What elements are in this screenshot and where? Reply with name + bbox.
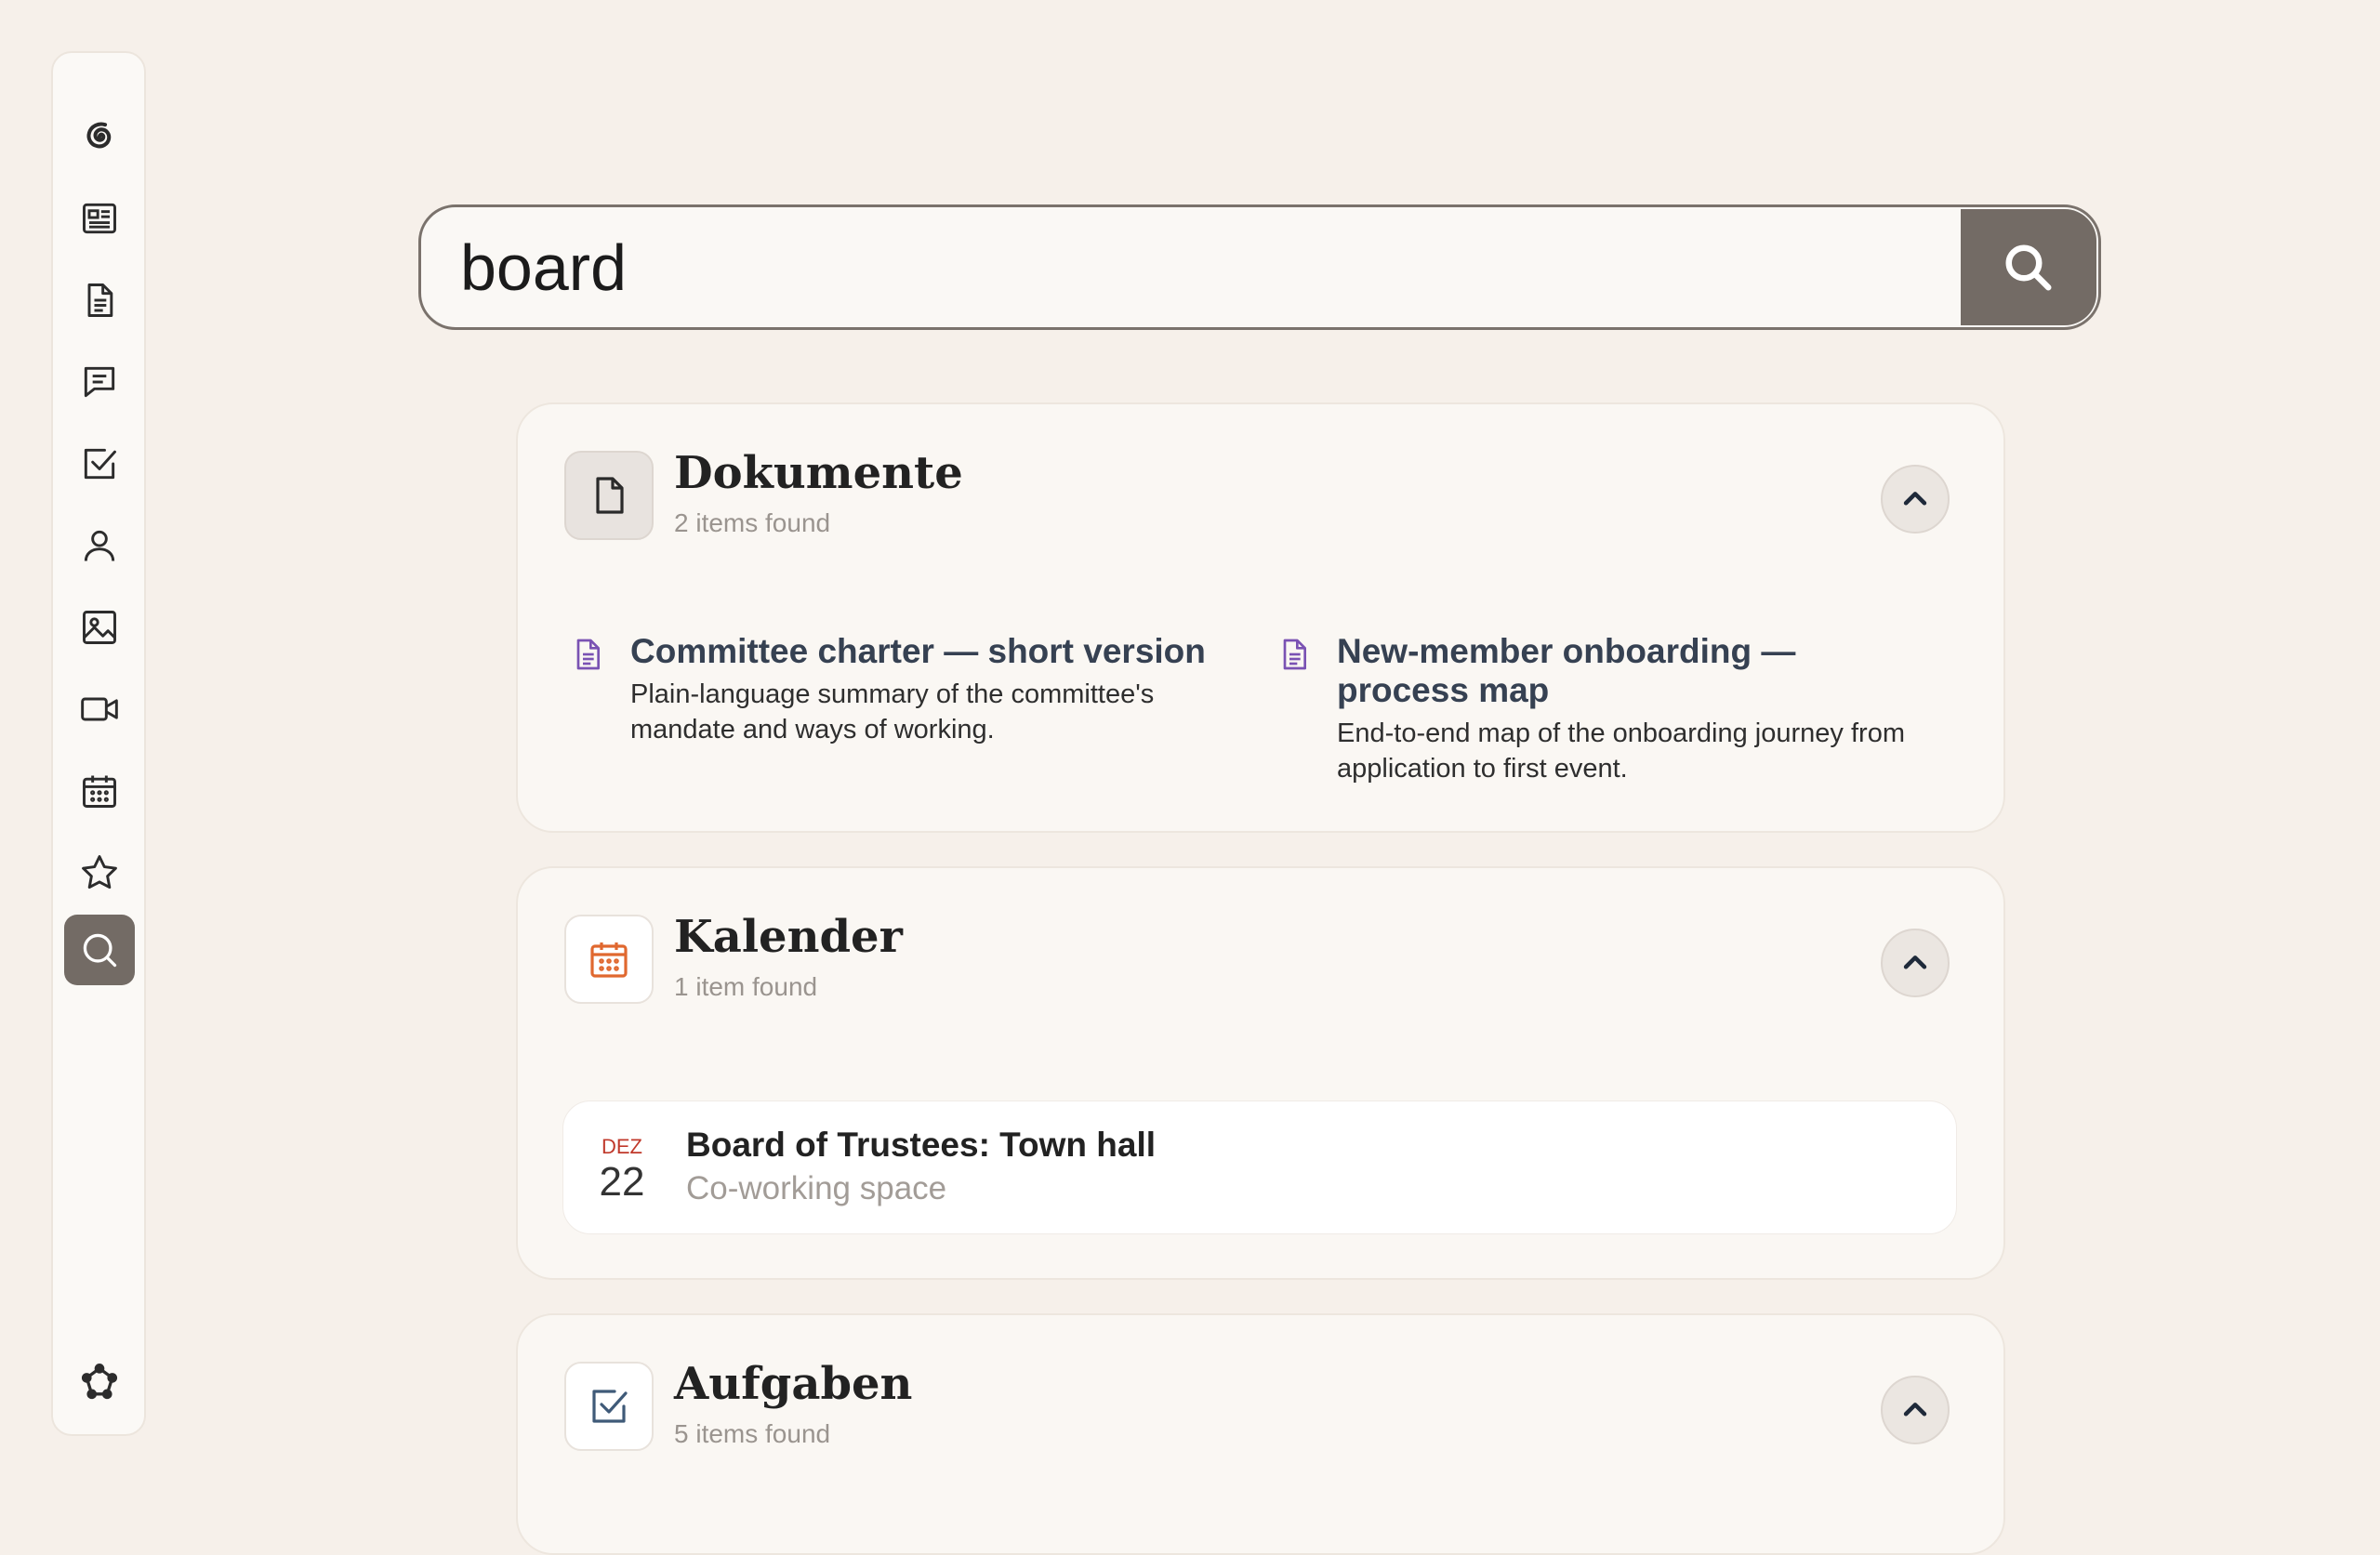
section-count: 5 items found [674,1419,831,1448]
chevron-up-icon [1903,492,1927,506]
event-title[interactable]: Board of Trustees: Town hall [686,1126,1156,1165]
spiral-logo-icon [86,122,112,149]
sidebar-item-video[interactable] [64,674,135,745]
calendar-icon [83,775,116,808]
file-icon [596,477,624,514]
checkbox-icon [592,1390,628,1423]
search-icon [2005,244,2052,290]
event-location: Co-working space [686,1170,947,1206]
sidebar-item-search[interactable] [64,915,135,985]
documents-section: Dokumente 2 items found Committee charte… [516,402,2005,833]
event-day: 22 [599,1159,645,1205]
document-result-title[interactable]: New-member onboarding — process map [1337,632,1926,710]
document-result[interactable]: New-member onboarding — process map End-… [1276,632,1926,786]
document-result-description: End-to-end map of the onboarding journey… [1337,718,1905,784]
search-button[interactable] [1961,209,2096,325]
document-result-description: Plain-language summary of the committee'… [630,679,1155,745]
video-icon [81,697,118,721]
chevron-up-icon [1903,1403,1927,1417]
calendar-icon [590,942,628,978]
newspaper-icon [83,203,116,234]
sidebar-item-chat[interactable] [64,347,135,417]
sidebar-item-gallery[interactable] [64,592,135,663]
search-icon [83,933,117,968]
document-result-title[interactable]: Committee charter — short version [630,632,1220,671]
document-icon [576,639,600,670]
network-icon [81,1364,118,1400]
calendar-section-icon [564,915,654,1004]
chevron-up-icon [1903,955,1927,969]
section-title: Dokumente [674,447,963,499]
sidebar-item-tasks[interactable] [64,428,135,499]
collapse-button[interactable] [1881,1376,1950,1444]
sidebar [51,51,146,1436]
tasks-section: Aufgaben 5 items found [516,1313,2005,1555]
sidebar-item-favorites[interactable] [64,837,135,908]
chat-icon [84,366,115,398]
collapse-button[interactable] [1881,465,1950,534]
section-title: Aufgaben [674,1358,913,1410]
document-icon [87,283,113,317]
section-title: Kalender [674,911,903,963]
collapse-button[interactable] [1881,929,1950,997]
star-icon [82,855,117,890]
sidebar-item-calendar[interactable] [64,756,135,826]
sidebar-item-home[interactable] [64,101,135,172]
event-month: DEZ [602,1135,642,1158]
section-count: 2 items found [674,508,831,537]
document-result[interactable]: Committee charter — short version Plain-… [569,632,1220,747]
sidebar-item-network[interactable] [64,1347,135,1417]
document-icon [1283,639,1306,670]
sidebar-item-documents[interactable] [64,265,135,336]
image-icon [83,611,116,644]
sidebar-item-members[interactable] [64,510,135,581]
user-icon [84,530,115,561]
checkbox-icon [84,448,116,480]
documents-section-icon [564,451,654,540]
sidebar-item-news[interactable] [64,183,135,254]
section-count: 1 item found [674,972,818,1001]
search-input[interactable] [460,207,1892,327]
tasks-section-icon [564,1362,654,1451]
search-bar [418,204,2101,330]
calendar-section: Kalender 1 item found DEZ 22 Board of Tr… [516,866,2005,1280]
event-result[interactable]: DEZ 22 Board of Trustees: Town hall Co-w… [562,1100,1957,1234]
